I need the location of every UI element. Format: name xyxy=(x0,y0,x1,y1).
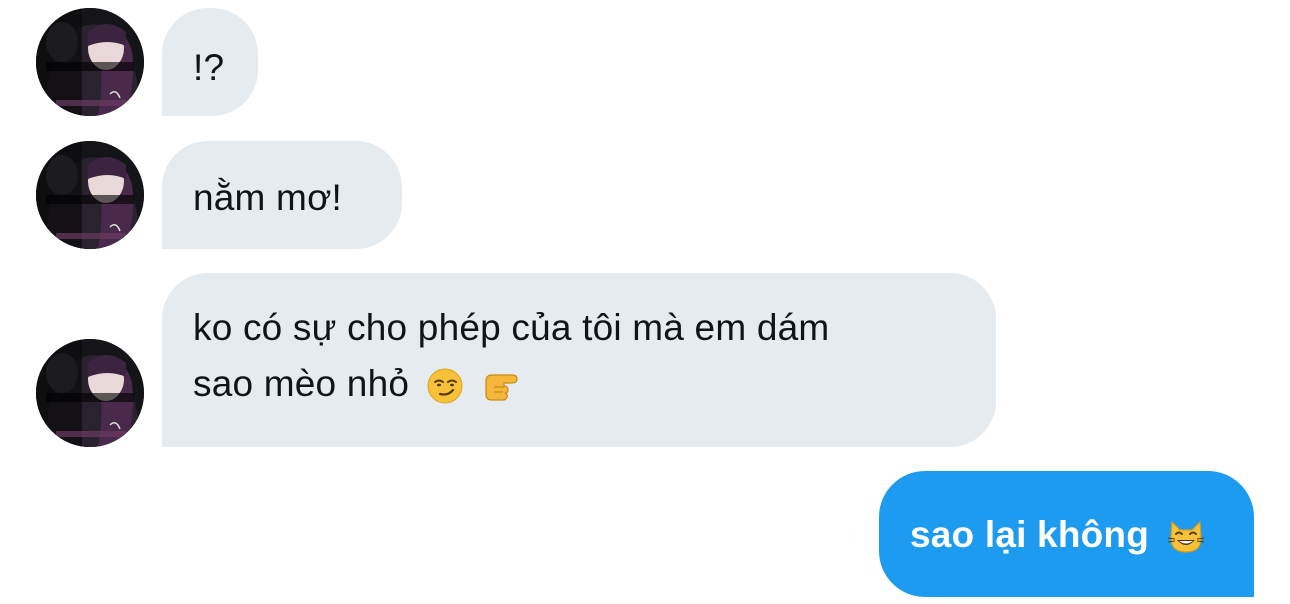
smiling-cat-icon xyxy=(1166,518,1206,556)
message-text: sao lại không xyxy=(910,514,1150,555)
message-text: sao mèo nhỏ xyxy=(193,363,410,404)
backhand-index-pointing-right-icon xyxy=(480,367,522,405)
sender-avatar[interactable] xyxy=(36,141,144,249)
incoming-message-bubble[interactable]: nằm mơ! xyxy=(162,141,402,249)
message-text-line: sao mèo nhỏ xyxy=(193,356,996,412)
sender-avatar[interactable] xyxy=(36,8,144,116)
incoming-message-bubble[interactable]: !? xyxy=(162,8,258,116)
outgoing-message-bubble[interactable]: sao lại không xyxy=(879,471,1254,597)
message-text: nằm mơ! xyxy=(193,177,343,218)
anime-girl-avatar-image xyxy=(36,141,144,249)
anime-girl-avatar-image xyxy=(36,8,144,116)
anime-girl-avatar-image xyxy=(36,339,144,447)
incoming-message-bubble[interactable]: ko có sự cho phép của tôi mà em dám sao … xyxy=(162,273,996,447)
message-text-line: ko có sự cho phép của tôi mà em dám xyxy=(193,307,830,348)
smirking-face-icon xyxy=(426,367,464,405)
sender-avatar[interactable] xyxy=(36,339,144,447)
message-text: !? xyxy=(193,47,225,88)
